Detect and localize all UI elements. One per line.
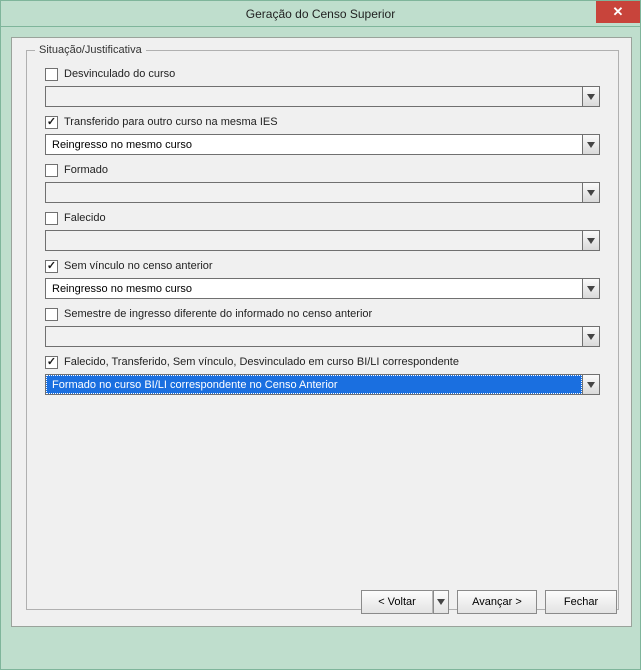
button-bar: < Voltar Avançar > Fechar [361, 590, 617, 614]
next-button-label: Avançar > [472, 596, 522, 608]
checkbox-semestre[interactable] [45, 308, 58, 321]
combo-value: Formado no curso BI/LI correspondente no… [46, 375, 582, 394]
window-frame: Geração do Censo Superior ✕ Situação/Jus… [0, 0, 641, 670]
combo-value [46, 327, 582, 346]
checkbox-label: Falecido, Transferido, Sem vínculo, Desv… [64, 356, 459, 368]
combo-value [46, 231, 582, 250]
checkbox-label: Semestre de ingresso diferente do inform… [64, 308, 372, 320]
check-row: Semestre de ingresso diferente do inform… [45, 305, 600, 323]
combo-desvinculado[interactable] [45, 86, 600, 107]
combo-semestre[interactable] [45, 326, 600, 347]
checkbox-transferido[interactable] [45, 116, 58, 129]
combo-formado[interactable] [45, 182, 600, 203]
titlebar: Geração do Censo Superior ✕ [1, 1, 640, 27]
combo-falecido[interactable] [45, 230, 600, 251]
checkbox-bi-li[interactable] [45, 356, 58, 369]
checkbox-label: Transferido para outro curso na mesma IE… [64, 116, 278, 128]
chevron-down-icon[interactable] [582, 183, 599, 202]
combo-value [46, 183, 582, 202]
window-title: Geração do Censo Superior [246, 7, 395, 21]
chevron-down-icon[interactable] [582, 327, 599, 346]
chevron-down-icon[interactable] [582, 231, 599, 250]
check-row: Formado [45, 161, 600, 179]
chevron-down-icon [437, 596, 445, 608]
back-button-group: < Voltar [361, 590, 449, 614]
checkbox-label: Sem vínculo no censo anterior [64, 260, 213, 272]
combo-value: Reingresso no mesmo curso [46, 135, 582, 154]
checkbox-desvinculado[interactable] [45, 68, 58, 81]
combo-transferido[interactable]: Reingresso no mesmo curso [45, 134, 600, 155]
checkbox-sem-vinculo[interactable] [45, 260, 58, 273]
check-row: Falecido, Transferido, Sem vínculo, Desv… [45, 353, 600, 371]
combo-bi-li[interactable]: Formado no curso BI/LI correspondente no… [45, 374, 600, 395]
combo-value [46, 87, 582, 106]
check-row: Falecido [45, 209, 600, 227]
check-row: Sem vínculo no censo anterior [45, 257, 600, 275]
close-button-label: Fechar [564, 596, 598, 608]
close-icon: ✕ [613, 0, 624, 25]
groupbox-rows: Desvinculado do curso Transferido para o… [27, 51, 618, 395]
chevron-down-icon[interactable] [582, 375, 599, 394]
checkbox-label: Falecido [64, 212, 106, 224]
check-row: Desvinculado do curso [45, 65, 600, 83]
chevron-down-icon[interactable] [582, 87, 599, 106]
check-row: Transferido para outro curso na mesma IE… [45, 113, 600, 131]
next-button[interactable]: Avançar > [457, 590, 537, 614]
combo-sem-vinculo[interactable]: Reingresso no mesmo curso [45, 278, 600, 299]
back-button-label: < Voltar [378, 596, 416, 608]
groupbox-situacao: Situação/Justificativa Desvinculado do c… [26, 50, 619, 610]
checkbox-label: Formado [64, 164, 108, 176]
checkbox-label: Desvinculado do curso [64, 68, 175, 80]
combo-value: Reingresso no mesmo curso [46, 279, 582, 298]
groupbox-title: Situação/Justificativa [35, 44, 146, 56]
chevron-down-icon[interactable] [582, 135, 599, 154]
chevron-down-icon[interactable] [582, 279, 599, 298]
back-button[interactable]: < Voltar [361, 590, 433, 614]
checkbox-formado[interactable] [45, 164, 58, 177]
back-button-dropdown[interactable] [433, 590, 449, 614]
checkbox-falecido[interactable] [45, 212, 58, 225]
window-close-button[interactable]: ✕ [596, 1, 640, 23]
content-panel: Situação/Justificativa Desvinculado do c… [11, 37, 632, 627]
close-button[interactable]: Fechar [545, 590, 617, 614]
